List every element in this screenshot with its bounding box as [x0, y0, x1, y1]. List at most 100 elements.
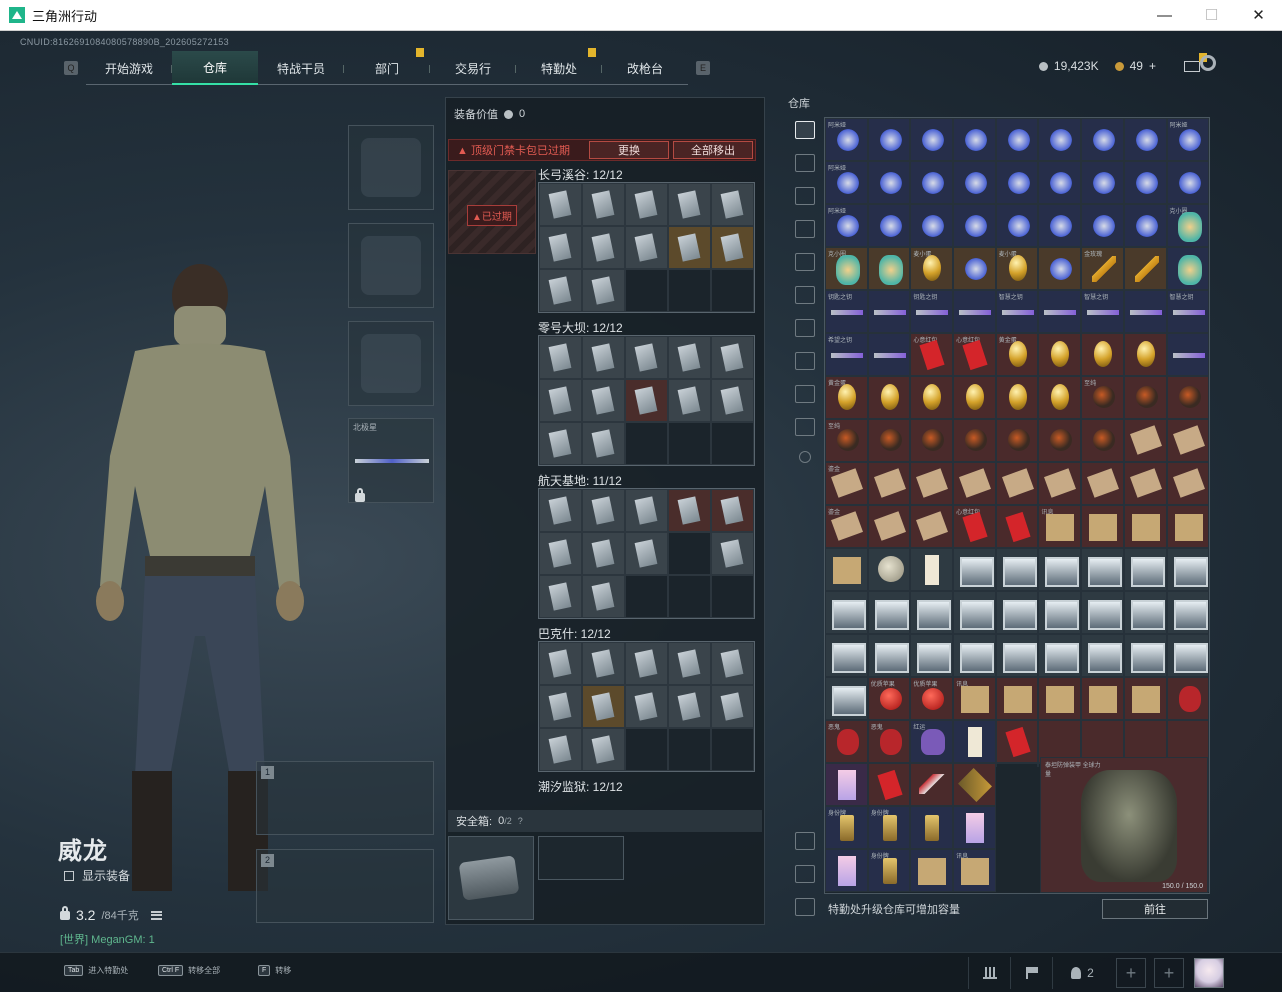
- map-item-icon[interactable]: [910, 505, 954, 548]
- bunny-item-icon[interactable]: [867, 118, 911, 161]
- paper-item-icon[interactable]: [953, 720, 996, 763]
- keycard-icon[interactable]: [582, 379, 625, 422]
- empty-slot[interactable]: [711, 422, 754, 465]
- map-item-icon[interactable]: [867, 462, 911, 505]
- bunny-item-icon[interactable]: [910, 204, 954, 247]
- empty-slot[interactable]: [625, 422, 668, 465]
- warehouse-tidy-icon[interactable]: [795, 898, 815, 916]
- keycard-icon[interactable]: [625, 489, 668, 532]
- photo-item-icon[interactable]: [953, 591, 996, 634]
- keycard-icon[interactable]: [625, 379, 668, 422]
- safe-box-cell[interactable]: [538, 836, 624, 880]
- empty-slot[interactable]: [625, 728, 668, 771]
- keycard-icon[interactable]: [539, 336, 582, 379]
- photo-item-icon[interactable]: [953, 548, 996, 591]
- egg-item-icon[interactable]: [1081, 333, 1124, 376]
- keycard-icon[interactable]: [668, 685, 711, 728]
- warehouse-tab-9-icon[interactable]: [795, 418, 815, 436]
- parch-item-icon[interactable]: [1123, 677, 1167, 720]
- warehouse-tab-8-icon[interactable]: [795, 385, 815, 403]
- bunny-item-icon[interactable]: [1123, 118, 1167, 161]
- mail-icon[interactable]: [1184, 52, 1207, 72]
- photo-item-icon[interactable]: [1081, 634, 1124, 677]
- bunny-item-icon[interactable]: [910, 118, 954, 161]
- key-item-icon[interactable]: [867, 290, 911, 333]
- tag-item-icon[interactable]: 身份牌: [867, 806, 911, 849]
- keycard-icon[interactable]: [539, 269, 582, 312]
- bomb-item-icon[interactable]: [1166, 376, 1209, 419]
- redenv-item-icon[interactable]: [867, 763, 911, 806]
- helmet-slot[interactable]: [348, 125, 434, 210]
- empty-slot[interactable]: [668, 728, 711, 771]
- redenv-item-icon[interactable]: [995, 720, 1039, 763]
- keycard-icon[interactable]: [582, 728, 625, 771]
- flag-icon[interactable]: [1010, 957, 1052, 989]
- bunny-item-icon[interactable]: [953, 247, 996, 290]
- key-item-icon[interactable]: 希望之钥: [825, 333, 868, 376]
- warehouse-sort-icon[interactable]: [795, 832, 815, 850]
- tab-6[interactable]: 改枪台: [602, 51, 688, 85]
- parch-item-icon[interactable]: [1081, 505, 1124, 548]
- bomb-item-icon[interactable]: [1123, 376, 1167, 419]
- keycard-icon[interactable]: [582, 226, 625, 269]
- empty-slot[interactable]: [625, 575, 668, 618]
- keycard-icon[interactable]: [582, 269, 625, 312]
- photo-item-icon[interactable]: [867, 634, 911, 677]
- bomb-item-icon[interactable]: [1038, 419, 1082, 462]
- map-item-icon[interactable]: [1123, 419, 1167, 462]
- photo-item-icon[interactable]: [1166, 548, 1209, 591]
- warehouse-tab-6-icon[interactable]: [795, 319, 815, 337]
- egg-item-icon[interactable]: 麦小蛋: [910, 247, 954, 290]
- keycard-icon[interactable]: [539, 728, 582, 771]
- photo-item-icon[interactable]: [1038, 548, 1082, 591]
- stats-icon[interactable]: [968, 957, 1010, 989]
- key-item-icon[interactable]: [953, 290, 996, 333]
- hotkey-transfer-all[interactable]: Ctrl F 转移全部: [158, 965, 220, 976]
- key-item-icon[interactable]: 智慧之钥: [995, 290, 1039, 333]
- keycard-icon[interactable]: [668, 336, 711, 379]
- maximize-button[interactable]: ☐: [1188, 0, 1235, 30]
- minimize-button[interactable]: —: [1141, 0, 1188, 30]
- keycard-icon[interactable]: [711, 379, 754, 422]
- key-item-icon[interactable]: [867, 333, 911, 376]
- photo-item-icon[interactable]: [1123, 591, 1167, 634]
- photo-item-icon[interactable]: [825, 591, 868, 634]
- pistol-slot[interactable]: [348, 321, 434, 406]
- map-item-icon[interactable]: [1123, 462, 1167, 505]
- world-chat-line[interactable]: [世界] MeganGM: 1: [60, 931, 155, 947]
- key-item-icon[interactable]: [1123, 290, 1167, 333]
- keycard-icon[interactable]: [539, 489, 582, 532]
- paper-item-icon[interactable]: [910, 548, 954, 591]
- keycard-icon[interactable]: [711, 183, 754, 226]
- keycard-icon[interactable]: [711, 532, 754, 575]
- invite-slot-button[interactable]: +: [1154, 958, 1184, 988]
- tab-3[interactable]: 部门: [344, 48, 430, 85]
- bomb-item-icon[interactable]: 至纯: [1081, 376, 1124, 419]
- primary-weapon-slot-2[interactable]: 2: [256, 849, 434, 923]
- bunny-item-icon[interactable]: [953, 161, 996, 204]
- keycard-icon[interactable]: [539, 226, 582, 269]
- bunny-item-icon[interactable]: [995, 161, 1039, 204]
- bomb-item-icon[interactable]: 至纯: [825, 419, 868, 462]
- bunny-item-icon[interactable]: [1123, 161, 1167, 204]
- hotkey-enter-special-ops[interactable]: Tab 进入特勤处: [64, 965, 128, 976]
- photo-item-icon[interactable]: [995, 591, 1039, 634]
- photo-item-icon[interactable]: [910, 591, 954, 634]
- key-item-icon[interactable]: [1038, 290, 1082, 333]
- key-item-icon[interactable]: [1166, 333, 1209, 376]
- parch-item-icon[interactable]: [910, 849, 954, 892]
- empty-slot[interactable]: [711, 575, 754, 618]
- armor-item[interactable]: 泰坦防弹装甲 全球力量 150.0 / 150.0: [1040, 757, 1208, 893]
- keycard-icon[interactable]: [582, 336, 625, 379]
- invite-slot-button[interactable]: +: [1116, 958, 1146, 988]
- bomb-item-icon[interactable]: [867, 419, 911, 462]
- map-item-icon[interactable]: 鎏金: [825, 505, 868, 548]
- bomb-item-icon[interactable]: [910, 419, 954, 462]
- parch-item-icon[interactable]: 讯息: [1038, 505, 1082, 548]
- warehouse-settings-icon[interactable]: [799, 451, 811, 463]
- parch-item-icon[interactable]: [1038, 677, 1082, 720]
- bunny-item-icon[interactable]: [867, 161, 911, 204]
- nav-next-key-icon[interactable]: E: [696, 61, 710, 75]
- keycard-icon[interactable]: [539, 183, 582, 226]
- arrow-item-icon[interactable]: [910, 763, 954, 806]
